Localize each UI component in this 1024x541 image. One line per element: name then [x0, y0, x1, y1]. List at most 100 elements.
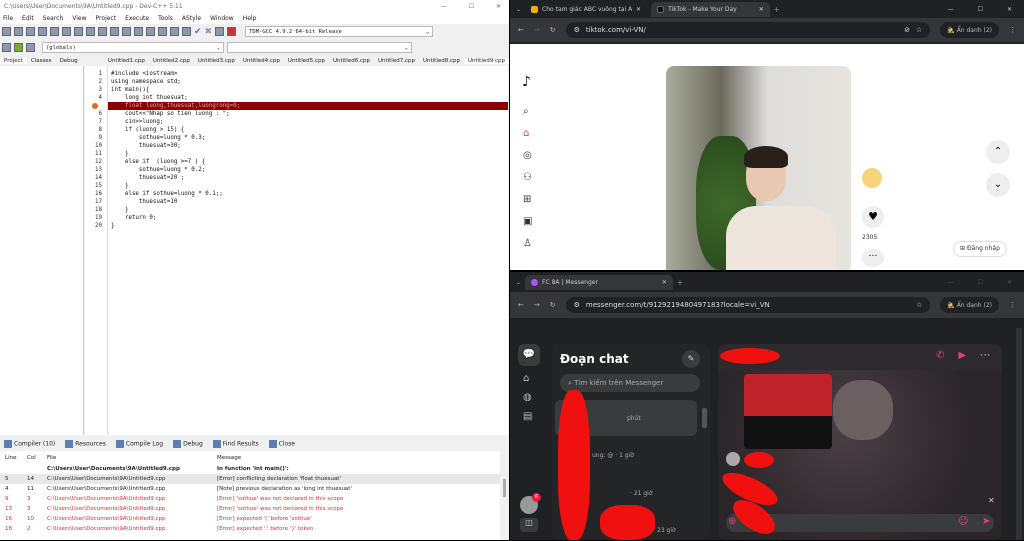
site-info-icon[interactable]: ⚙	[574, 301, 580, 309]
new-tab-icon[interactable]: ＋	[677, 278, 683, 287]
class-icon[interactable]	[2, 43, 11, 52]
compile-icon[interactable]	[146, 27, 155, 36]
menu-execute[interactable]: Execute	[125, 15, 149, 22]
table-row[interactable]: 16 10 C:\Users\User\Documents\9A\Untitled9…	[0, 514, 500, 524]
bottom-tab[interactable]: Find Results	[212, 440, 259, 448]
table-row[interactable]: 9 3 C:\Users\User\Documents\9A\Untitled9.c…	[0, 494, 500, 504]
code-line[interactable]: cout<<"Nhap so tien luong : ";	[108, 110, 508, 118]
menu-window[interactable]: Window	[210, 15, 234, 22]
login-button[interactable]: ⊞ Đăng nhập	[953, 241, 1007, 257]
code-line[interactable]: thuesuat=10	[108, 198, 508, 206]
search-icon[interactable]: ⌕	[523, 106, 532, 117]
chart-icon[interactable]	[215, 27, 225, 36]
url-bar[interactable]: ⚙ messenger.com/t/9129219480497183?locale…	[565, 297, 931, 313]
minimize-button[interactable]: —	[441, 3, 447, 10]
file-tab[interactable]: Untitled3.cpp	[194, 58, 239, 64]
undo-icon[interactable]	[74, 27, 83, 36]
profile-icon[interactable]	[227, 27, 237, 36]
bottom-tab[interactable]: Compiler (10)	[4, 440, 55, 448]
url-bar[interactable]: ⚙ tiktok.com/vi-VN/ ⊘ ☆	[565, 22, 931, 38]
like-icon[interactable]: ♥	[862, 206, 884, 228]
collapse-sidebar-icon[interactable]: ◫	[520, 518, 538, 532]
file-tab[interactable]: Untitled1.cpp	[104, 58, 149, 64]
close-tab-icon[interactable]: ✕	[759, 6, 764, 13]
code-line[interactable]: #include <iostream>	[108, 70, 508, 78]
menu-edit[interactable]: Edit	[22, 15, 34, 22]
tab-geometry[interactable]: Cho tam giác ABC vuông tại A ✕	[525, 2, 647, 17]
shared-video-thumbnail[interactable]	[744, 374, 832, 449]
code-line[interactable]: }	[108, 182, 508, 190]
new-tab-icon[interactable]: ＋	[774, 5, 780, 14]
bookmark-icon[interactable]	[26, 43, 35, 52]
incognito-badge[interactable]: 🕵 Ẩn danh (2)	[940, 22, 999, 38]
search-input[interactable]: ⌕ Tìm kiếm trên Messenger	[560, 374, 700, 392]
table-row[interactable]: C:\Users\User\Documents\9A\Untitled9.cpp…	[0, 464, 500, 474]
code-line[interactable]: using namespace std;	[108, 78, 508, 86]
scope-select[interactable]: (globals) ⌄	[42, 42, 224, 53]
bottom-tab[interactable]: Compile Log	[115, 440, 163, 448]
phone-icon[interactable]: ✆	[936, 350, 944, 361]
back-icon[interactable]: ←	[518, 301, 524, 309]
upload-icon[interactable]: ⊞	[523, 194, 532, 205]
close-reply-icon[interactable]: ✕	[988, 496, 995, 505]
find-icon[interactable]	[98, 27, 107, 36]
menu-search[interactable]: Search	[43, 15, 64, 22]
table-row[interactable]: 4 11 C:\Users\User\Documents\9A\Untitled9.…	[0, 484, 500, 494]
code-line[interactable]: }	[108, 206, 508, 214]
star-icon[interactable]: ☆	[916, 26, 922, 34]
function-select[interactable]: ⌄	[227, 42, 412, 53]
code-line[interactable]: sothue=luong * 0.3;	[108, 134, 508, 142]
code-line[interactable]: return 0;	[108, 214, 508, 222]
home-icon[interactable]: ⌂	[523, 128, 532, 139]
file-tab[interactable]: Untitled8.cpp	[419, 58, 464, 64]
file-tab[interactable]: Untitled5.cpp	[284, 58, 329, 64]
creator-avatar[interactable]	[860, 166, 884, 190]
site-info-icon[interactable]: ⚙	[574, 26, 580, 34]
file-tab[interactable]: Untitled7.cpp	[374, 58, 419, 64]
tab-search-icon[interactable]: ⌄	[516, 279, 521, 286]
profile-icon[interactable]: ♙	[523, 238, 532, 249]
reload-icon[interactable]: ↻	[550, 26, 556, 34]
menu-astyle[interactable]: AStyle	[182, 15, 201, 22]
code-line[interactable]: }	[108, 150, 508, 158]
bottom-tab[interactable]: Debug	[173, 440, 203, 448]
close-tab-icon[interactable]: ✕	[662, 279, 667, 286]
prev-video-button[interactable]: ⌃	[986, 140, 1010, 164]
file-tab[interactable]: Untitled4.cpp	[239, 58, 284, 64]
maximize-button[interactable]: ☐	[469, 3, 474, 10]
chat-item[interactable]: 23 giờ	[657, 527, 676, 534]
run-icon[interactable]	[158, 27, 167, 36]
explore-icon[interactable]: ◎	[523, 150, 532, 161]
menu-icon[interactable]: ⋮	[1009, 301, 1016, 309]
minimize-button[interactable]: —	[948, 279, 954, 286]
indent-icon[interactable]	[122, 27, 131, 36]
table-row[interactable]: 13 3 C:\Users\User\Documents\9A\Untitled9.…	[0, 504, 500, 514]
tiktok-logo-icon[interactable]: ♪	[522, 74, 531, 90]
code-line[interactable]: else if sothue=luong * 0.1;;	[108, 190, 508, 198]
close-button[interactable]: ✕	[1007, 279, 1012, 286]
chat-item[interactable]: · 21 giờ	[630, 490, 653, 497]
close-file-icon[interactable]	[50, 27, 59, 36]
save-icon[interactable]	[26, 27, 35, 36]
following-icon[interactable]: ⚇	[523, 172, 532, 183]
send-icon[interactable]: ➤	[982, 516, 990, 527]
bottom-tab[interactable]: Resources	[65, 440, 106, 448]
new-message-icon[interactable]: ✎	[682, 350, 700, 368]
incognito-badge[interactable]: 🕵 Ẩn danh (2)	[940, 297, 999, 313]
video-call-icon[interactable]: ▶	[958, 350, 966, 361]
goto-icon[interactable]	[14, 43, 23, 52]
menu-icon[interactable]: ⋮	[1009, 26, 1016, 34]
tab-messenger[interactable]: FC 8A | Messenger ✕	[525, 274, 673, 290]
close-button[interactable]: ✕	[1007, 6, 1012, 13]
code-line[interactable]: if (luong > 15) {	[108, 126, 508, 134]
table-row[interactable]: 5 14 C:\Users\User\Documents\9A\Untitled9.…	[0, 474, 500, 484]
stop-icon[interactable]: ✖	[205, 27, 213, 37]
more-icon[interactable]: ⋯	[980, 350, 990, 361]
redo-icon[interactable]	[86, 27, 95, 36]
panel-tab-project[interactable]: Project	[0, 57, 27, 64]
menu-project[interactable]: Project	[96, 15, 117, 22]
code-line[interactable]: sothue=luong * 0.2;	[108, 166, 508, 174]
tab-tiktok[interactable]: TikTok - Make Your Day ✕	[651, 1, 770, 17]
rebuild-icon[interactable]	[182, 27, 191, 36]
messages-scrollbar[interactable]	[500, 453, 509, 540]
